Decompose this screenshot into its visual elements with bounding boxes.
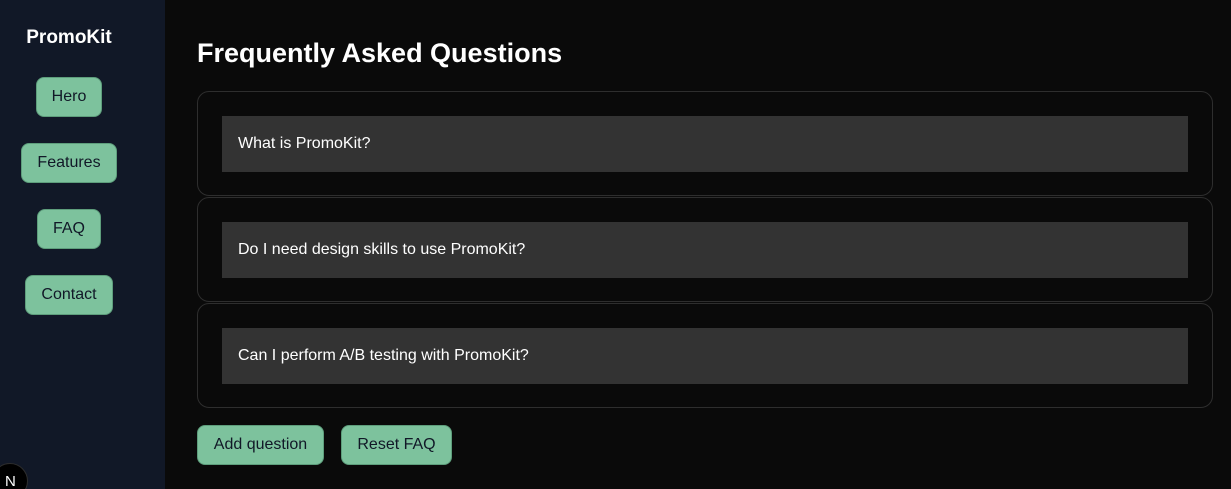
reset-faq-button[interactable]: Reset FAQ (341, 425, 452, 465)
faq-question-button[interactable]: Can I perform A/B testing with PromoKit? (222, 328, 1188, 384)
faq-question-button[interactable]: What is PromoKit? (222, 116, 1188, 172)
sidebar-item-features[interactable]: Features (21, 143, 117, 183)
sidebar-item-faq[interactable]: FAQ (37, 209, 101, 249)
brand-logo: PromoKit (26, 27, 112, 48)
faq-item: Can I perform A/B testing with PromoKit? (197, 303, 1213, 408)
badge-letter: N (5, 473, 16, 489)
faq-item: Do I need design skills to use PromoKit? (197, 197, 1213, 302)
sidebar-item-hero[interactable]: Hero (36, 77, 102, 117)
faq-question-button[interactable]: Do I need design skills to use PromoKit? (222, 222, 1188, 278)
faq-item: What is PromoKit? (197, 91, 1213, 196)
sidebar-item-contact[interactable]: Contact (25, 275, 113, 315)
sidebar: PromoKit Hero Features FAQ Contact (0, 0, 165, 489)
page-title: Frequently Asked Questions (197, 38, 563, 68)
app: PromoKit Hero Features FAQ Contact Frequ… (0, 0, 1231, 489)
add-question-button[interactable]: Add question (197, 425, 324, 465)
